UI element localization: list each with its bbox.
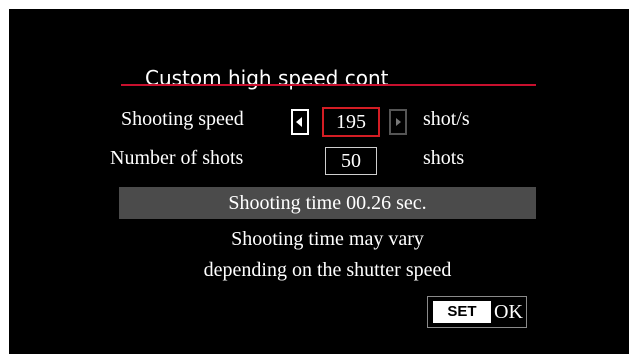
- set-ok-button[interactable]: SET OK: [427, 296, 527, 328]
- number-of-shots-label: Number of shots: [110, 147, 244, 169]
- shooting-speed-label: Shooting speed: [121, 108, 244, 130]
- increase-speed-button[interactable]: [389, 109, 407, 135]
- number-of-shots-value[interactable]: 50: [325, 147, 377, 175]
- camera-menu-screen: Custom high speed cont: [9, 9, 629, 354]
- shooting-time-bar: Shooting time 00.26 sec.: [119, 187, 536, 219]
- triangle-right-icon: [396, 118, 401, 126]
- ok-label: OK: [494, 301, 523, 323]
- set-button-icon: SET: [433, 301, 491, 323]
- shooting-speed-unit: shot/s: [423, 108, 470, 130]
- shooting-time-text: Shooting time 00.26 sec.: [228, 192, 427, 214]
- title-divider: [121, 84, 536, 86]
- note-line-2: depending on the shutter speed: [203, 259, 452, 281]
- decrease-speed-button[interactable]: [291, 109, 309, 135]
- number-of-shots-unit: shots: [423, 147, 465, 169]
- triangle-left-icon: [296, 117, 302, 127]
- display-frame: Custom high speed cont Shooting speed 19…: [0, 0, 638, 363]
- note-line-1: Shooting time may vary: [231, 228, 424, 250]
- shooting-speed-value[interactable]: 195: [322, 107, 380, 137]
- menu-title: Custom high speed cont: [145, 66, 389, 90]
